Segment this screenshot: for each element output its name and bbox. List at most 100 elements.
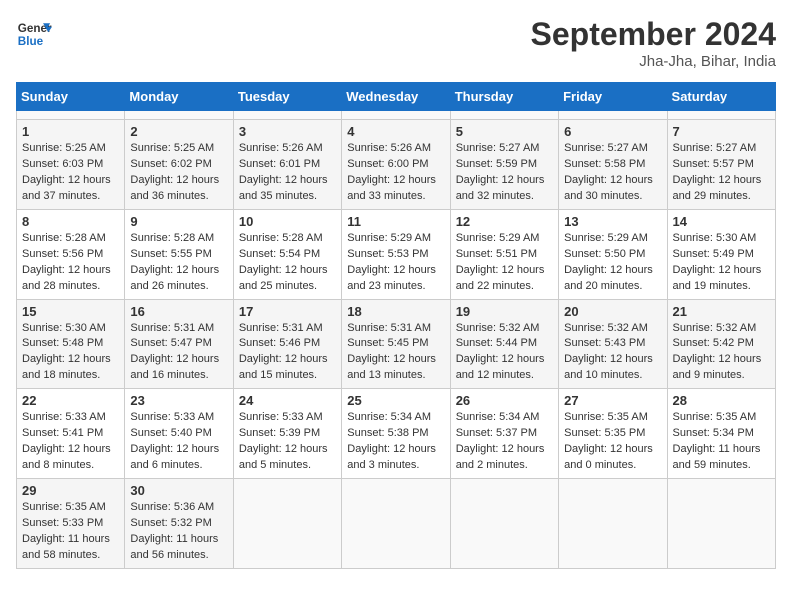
calendar-cell: 18 Sunrise: 5:31 AM Sunset: 5:45 PM Dayli… (342, 299, 450, 389)
calendar-cell (17, 111, 125, 120)
calendar-cell: 14Sunrise: 5:30 AM Sunset: 5:49 PM Dayli… (667, 209, 775, 299)
calendar-cell (667, 111, 775, 120)
day-number: 8 (22, 214, 119, 229)
day-number: 18 (347, 304, 444, 319)
day-info: Sunrise: 5:35 AM Sunset: 5:33 PM Dayligh… (22, 500, 119, 564)
calendar-cell: 29Sunrise: 5:35 AM Sunset: 5:33 PM Dayli… (17, 479, 125, 569)
day-number: 24 (239, 393, 336, 408)
calendar-cell (342, 111, 450, 120)
day-number: 28 (673, 393, 770, 408)
calendar-cell: 26 Sunrise: 5:34 AM Sunset: 5:37 PM Dayli… (450, 389, 558, 479)
day-info: Sunrise: 5:34 AM Sunset: 5:38 PM Dayligh… (347, 410, 444, 474)
day-info: Sunrise: 5:31 AM Sunset: 5:47 PM Dayligh… (130, 321, 227, 385)
calendar-cell: 28 Sunrise: 5:35 AM Sunset: 5:34 PM Dayli… (667, 389, 775, 479)
day-info: Sunrise: 5:32 AM Sunset: 5:44 PM Dayligh… (456, 321, 553, 385)
day-number: 21 (673, 304, 770, 319)
day-number: 6 (564, 124, 661, 139)
calendar-cell: 22Sunrise: 5:33 AM Sunset: 5:41 PM Dayli… (17, 389, 125, 479)
calendar-cell (342, 479, 450, 569)
day-number: 26 (456, 393, 553, 408)
calendar-cell: 2Sunrise: 5:25 AM Sunset: 6:02 PM Daylig… (125, 120, 233, 210)
day-number: 20 (564, 304, 661, 319)
day-info: Sunrise: 5:30 AM Sunset: 5:48 PM Dayligh… (22, 321, 119, 385)
day-info: Sunrise: 5:28 AM Sunset: 5:54 PM Dayligh… (239, 231, 336, 295)
day-info: Sunrise: 5:27 AM Sunset: 5:58 PM Dayligh… (564, 141, 661, 205)
calendar-cell (450, 479, 558, 569)
day-number: 16 (130, 304, 227, 319)
calendar-cell: 7Sunrise: 5:27 AM Sunset: 5:57 PM Daylig… (667, 120, 775, 210)
calendar-week-1 (17, 111, 776, 120)
weekday-header-thursday: Thursday (450, 83, 558, 111)
day-info: Sunrise: 5:31 AM Sunset: 5:45 PM Dayligh… (347, 321, 444, 385)
calendar-cell: 19 Sunrise: 5:32 AM Sunset: 5:44 PM Dayli… (450, 299, 558, 389)
day-info: Sunrise: 5:32 AM Sunset: 5:42 PM Dayligh… (673, 321, 770, 385)
calendar-cell (233, 479, 341, 569)
calendar-cell: 1Sunrise: 5:25 AM Sunset: 6:03 PM Daylig… (17, 120, 125, 210)
day-info: Sunrise: 5:28 AM Sunset: 5:55 PM Dayligh… (130, 231, 227, 295)
logo-icon: General Blue (16, 16, 52, 52)
day-number: 4 (347, 124, 444, 139)
day-info: Sunrise: 5:36 AM Sunset: 5:32 PM Dayligh… (130, 500, 227, 564)
day-number: 12 (456, 214, 553, 229)
calendar-cell: 20 Sunrise: 5:32 AM Sunset: 5:43 PM Dayli… (559, 299, 667, 389)
weekday-header-sunday: Sunday (17, 83, 125, 111)
day-info: Sunrise: 5:32 AM Sunset: 5:43 PM Dayligh… (564, 321, 661, 385)
calendar-table: SundayMondayTuesdayWednesdayThursdayFrid… (16, 82, 776, 569)
day-info: Sunrise: 5:27 AM Sunset: 5:59 PM Dayligh… (456, 141, 553, 205)
calendar-cell (125, 111, 233, 120)
calendar-cell: 4 Sunrise: 5:26 AM Sunset: 6:00 PM Daylig… (342, 120, 450, 210)
calendar-cell (233, 111, 341, 120)
calendar-cell: 13Sunrise: 5:29 AM Sunset: 5:50 PM Dayli… (559, 209, 667, 299)
weekday-header-saturday: Saturday (667, 83, 775, 111)
day-info: Sunrise: 5:31 AM Sunset: 5:46 PM Dayligh… (239, 321, 336, 385)
weekday-header-wednesday: Wednesday (342, 83, 450, 111)
calendar-cell (667, 479, 775, 569)
calendar-cell: 21 Sunrise: 5:32 AM Sunset: 5:42 PM Dayli… (667, 299, 775, 389)
calendar-week-6: 29Sunrise: 5:35 AM Sunset: 5:33 PM Dayli… (17, 479, 776, 569)
calendar-week-2: 1Sunrise: 5:25 AM Sunset: 6:03 PM Daylig… (17, 120, 776, 210)
weekday-header-monday: Monday (125, 83, 233, 111)
day-info: Sunrise: 5:34 AM Sunset: 5:37 PM Dayligh… (456, 410, 553, 474)
day-number: 27 (564, 393, 661, 408)
day-number: 19 (456, 304, 553, 319)
day-info: Sunrise: 5:27 AM Sunset: 5:57 PM Dayligh… (673, 141, 770, 205)
day-number: 9 (130, 214, 227, 229)
calendar-week-5: 22Sunrise: 5:33 AM Sunset: 5:41 PM Dayli… (17, 389, 776, 479)
day-info: Sunrise: 5:35 AM Sunset: 5:34 PM Dayligh… (673, 410, 770, 474)
day-info: Sunrise: 5:26 AM Sunset: 6:00 PM Dayligh… (347, 141, 444, 205)
calendar-cell: 24 Sunrise: 5:33 AM Sunset: 5:39 PM Dayli… (233, 389, 341, 479)
day-number: 25 (347, 393, 444, 408)
day-info: Sunrise: 5:29 AM Sunset: 5:50 PM Dayligh… (564, 231, 661, 295)
day-number: 5 (456, 124, 553, 139)
day-info: Sunrise: 5:28 AM Sunset: 5:56 PM Dayligh… (22, 231, 119, 295)
calendar-cell: 25 Sunrise: 5:34 AM Sunset: 5:38 PM Dayli… (342, 389, 450, 479)
day-info: Sunrise: 5:29 AM Sunset: 5:51 PM Dayligh… (456, 231, 553, 295)
svg-text:Blue: Blue (18, 35, 44, 48)
calendar-cell (559, 111, 667, 120)
calendar-cell: 10 Sunrise: 5:28 AM Sunset: 5:54 PM Dayli… (233, 209, 341, 299)
day-info: Sunrise: 5:35 AM Sunset: 5:35 PM Dayligh… (564, 410, 661, 474)
title-block: September 2024 Jha-Jha, Bihar, India (531, 16, 776, 70)
weekday-header-friday: Friday (559, 83, 667, 111)
day-info: Sunrise: 5:25 AM Sunset: 6:02 PM Dayligh… (130, 141, 227, 205)
day-number: 11 (347, 214, 444, 229)
day-info: Sunrise: 5:33 AM Sunset: 5:39 PM Dayligh… (239, 410, 336, 474)
calendar-week-4: 15Sunrise: 5:30 AM Sunset: 5:48 PM Dayli… (17, 299, 776, 389)
day-number: 3 (239, 124, 336, 139)
day-info: Sunrise: 5:33 AM Sunset: 5:41 PM Dayligh… (22, 410, 119, 474)
page-header: General Blue September 2024 Jha-Jha, Bih… (16, 16, 776, 70)
calendar-cell: 5 Sunrise: 5:27 AM Sunset: 5:59 PM Daylig… (450, 120, 558, 210)
day-info: Sunrise: 5:25 AM Sunset: 6:03 PM Dayligh… (22, 141, 119, 205)
calendar-cell: 23Sunrise: 5:33 AM Sunset: 5:40 PM Dayli… (125, 389, 233, 479)
calendar-cell: 11 Sunrise: 5:29 AM Sunset: 5:53 PM Dayli… (342, 209, 450, 299)
calendar-cell: 12 Sunrise: 5:29 AM Sunset: 5:51 PM Dayli… (450, 209, 558, 299)
calendar-cell: 27 Sunrise: 5:35 AM Sunset: 5:35 PM Dayli… (559, 389, 667, 479)
day-info: Sunrise: 5:29 AM Sunset: 5:53 PM Dayligh… (347, 231, 444, 295)
weekday-header-row: SundayMondayTuesdayWednesdayThursdayFrid… (17, 83, 776, 111)
calendar-week-3: 8 Sunrise: 5:28 AM Sunset: 5:56 PM Daylig… (17, 209, 776, 299)
day-number: 10 (239, 214, 336, 229)
day-number: 17 (239, 304, 336, 319)
calendar-cell: 9 Sunrise: 5:28 AM Sunset: 5:55 PM Daylig… (125, 209, 233, 299)
day-number: 30 (130, 483, 227, 498)
calendar-cell (450, 111, 558, 120)
